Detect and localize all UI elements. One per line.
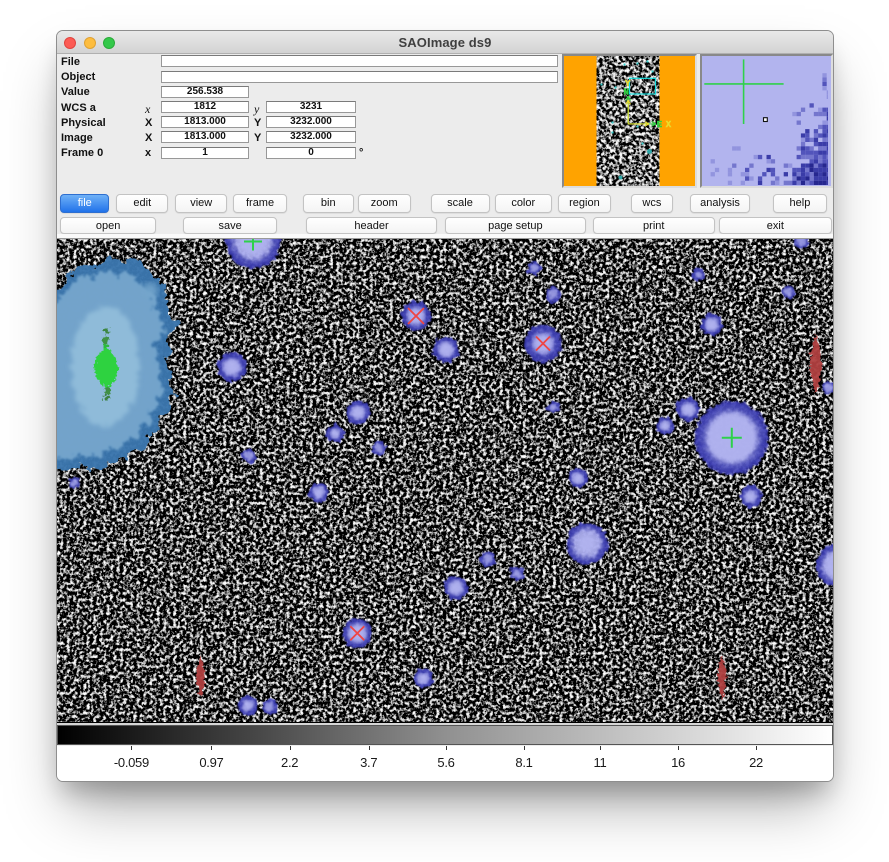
svg-text:N: N — [623, 88, 628, 98]
svg-text:X: X — [666, 120, 672, 130]
svg-text:E: E — [657, 120, 663, 130]
